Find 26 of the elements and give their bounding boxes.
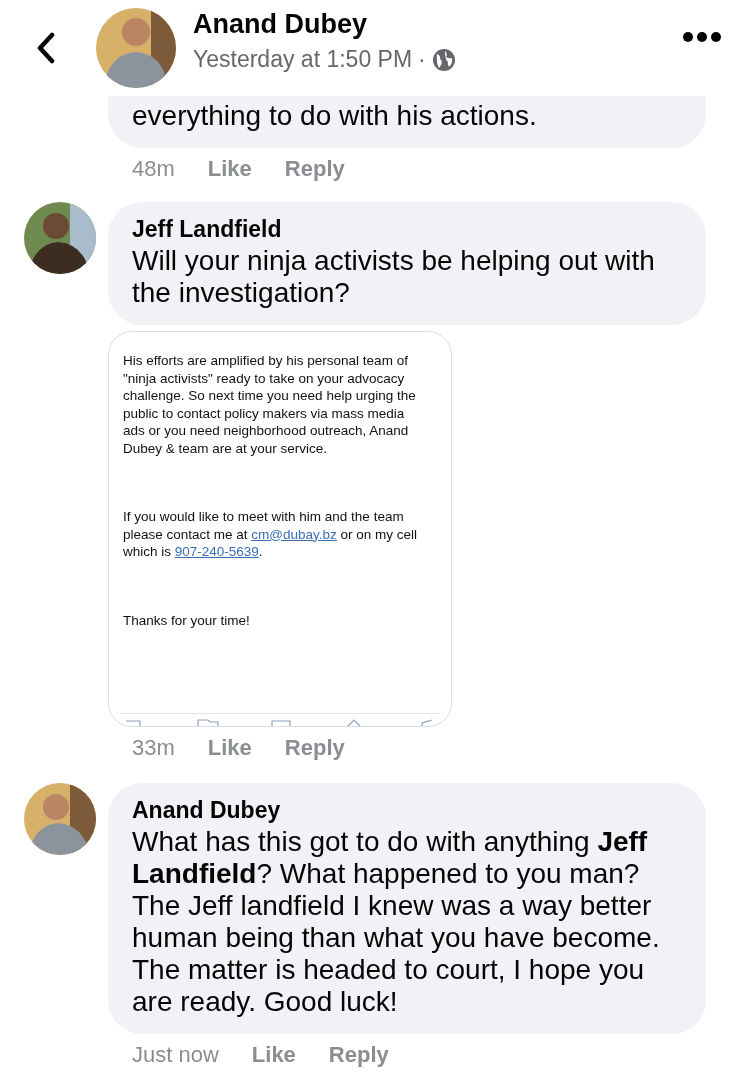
like-button[interactable]: Like [207, 156, 252, 182]
like-button[interactable]: Like [251, 1042, 296, 1068]
attachment-link[interactable]: cm@dubay.bz [251, 526, 337, 542]
like-button[interactable]: Like [207, 735, 252, 761]
comment-time: 33m [132, 735, 175, 761]
back-icon[interactable] [36, 32, 56, 64]
screenshot-attachment[interactable] [108, 331, 452, 727]
comment-text: everything to do with his actions. [132, 100, 538, 132]
commenter-name[interactable]: Jeff Landfield [132, 216, 686, 243]
comment-time: 48m [132, 156, 175, 182]
comment-text: What has this got to do with anything Jeff Landfield? What happened to you man? The Jeff landfield I knew was a way better human being than what you have become. The matter is headed to court, I hope you are ready. Good luck! [132, 826, 661, 1018]
separator-dot: · [418, 46, 426, 73]
attachment-paragraph: His efforts are amplified by his personal team of "ninja activists" ready to take on your advocacy challenge. So next time you need help urging the public to contact policy makers via mass media ads or you need neighborhood outreach, Anand Dubey & team are at your service. [123, 352, 417, 457]
reply-button[interactable]: Reply [284, 156, 345, 182]
author-name[interactable]: Anand Dubey [193, 9, 682, 40]
comment-text: Will your ninja activists be helping out with the investigation? [132, 245, 656, 309]
attachment-paragraph: If you would like to meet with him and the team please contact me at cm@dubay.bz or on my cell which is 907-240-5639. [123, 508, 419, 561]
reply-button[interactable]: Reply [284, 735, 345, 761]
more-icon[interactable] [682, 31, 722, 43]
post-time: Yesterday at 1:50 PM [193, 46, 413, 73]
attachment-link[interactable]: 907-240-5639 [174, 544, 259, 559]
comment-time: Just now [132, 1042, 219, 1068]
attachment-paragraph: Thanks for your time! [123, 611, 251, 629]
globe-icon [431, 47, 456, 72]
commenter-name[interactable]: Anand Dubey [132, 797, 686, 824]
reply-button[interactable]: Reply [328, 1042, 389, 1068]
